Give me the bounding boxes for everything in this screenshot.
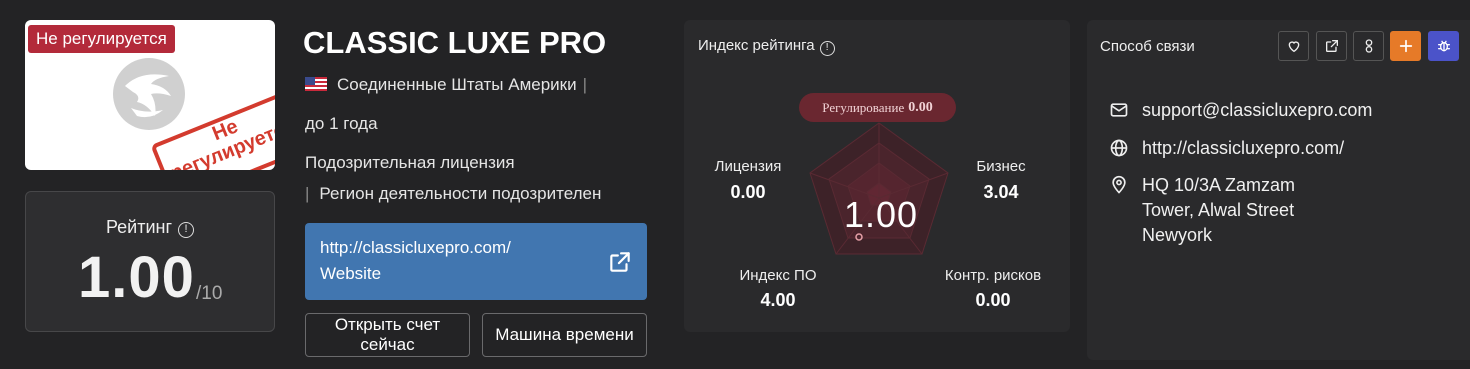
region-status: Регион деятельности подозрителен <box>319 184 602 203</box>
share-button[interactable] <box>1316 31 1347 61</box>
us-flag-icon <box>305 77 327 91</box>
contact-address: HQ 10/3A Zamzam Tower, Alwal Street Newy… <box>1142 175 1296 245</box>
contact-email[interactable]: support@classicluxepro.com <box>1142 98 1459 123</box>
globe-icon <box>1110 139 1128 157</box>
user-icon <box>1365 39 1372 53</box>
axis-label-business: Бизнес <box>976 158 1026 175</box>
contact-email-row: support@classicluxepro.com <box>1109 98 1459 123</box>
axis-value-risk-control: 0.00 <box>975 290 1011 310</box>
license-status: Подозрительная лицензия <box>305 153 515 172</box>
radar-chart <box>809 122 949 255</box>
rating-max: /10 <box>196 283 223 304</box>
axis-value-business: 3.04 <box>983 182 1019 202</box>
contact-card: Способ связи support@classicluxepro.com … <box>1087 20 1470 360</box>
add-button[interactable] <box>1390 31 1421 61</box>
radar-center-score: 1.00 <box>844 194 919 235</box>
open-account-button[interactable]: Открыть счет сейчас <box>305 313 470 357</box>
website-label: Website <box>320 264 382 283</box>
regulation-pill: Регулирование 0.00 <box>799 93 956 122</box>
rating-card: Рейтинг! 1.00 /10 <box>25 191 275 332</box>
contact-website[interactable]: http://classicluxepro.com/ <box>1142 136 1459 161</box>
user-button[interactable] <box>1353 31 1384 61</box>
heart-icon <box>1288 41 1299 53</box>
contact-title: Способ связи <box>1100 38 1195 55</box>
favorite-button[interactable] <box>1278 31 1309 61</box>
axis-label-software: Индекс ПО <box>739 267 817 284</box>
contact-website-row: http://classicluxepro.com/ <box>1109 136 1459 161</box>
axis-label-license: Лицензия <box>714 158 782 175</box>
broker-name: CLASSIC LUXE PRO <box>303 25 607 60</box>
contact-address-row: HQ 10/3A Zamzam Tower, Alwal Street Newy… <box>1109 173 1309 248</box>
country-line: Соединенные Штаты Америки | <box>305 75 593 95</box>
bug-icon <box>1437 40 1450 52</box>
axis-label-risk-control: Контр. рисков <box>944 267 1042 284</box>
plus-icon <box>1399 39 1412 53</box>
location-pin-icon <box>1112 175 1126 194</box>
axis-value-software: 4.00 <box>760 290 796 310</box>
rating-title: Рейтинг! <box>26 217 274 238</box>
eagle-logo-icon <box>113 58 185 130</box>
rating-index-card: Индекс рейтинга! Регулирование 0.00 Лицен… <box>684 20 1070 332</box>
website-button[interactable]: http://classicluxepro.com/ Website <box>305 223 647 300</box>
broker-logo-card: Не регулируется Не регулируется <box>25 20 275 170</box>
axis-value-license: 0.00 <box>730 182 766 202</box>
external-link-icon <box>610 252 630 272</box>
unregulated-tag: Не регулируется <box>28 25 175 53</box>
region-status-line: | Регион деятельности подозрителен <box>305 184 602 203</box>
rating-value: 1.00 <box>78 245 195 310</box>
share-icon <box>1325 40 1338 52</box>
country-name: Соединенные Штаты Америки <box>337 75 577 94</box>
report-bug-button[interactable] <box>1428 31 1459 61</box>
website-url: http://classicluxepro.com/ <box>320 238 511 257</box>
mail-icon <box>1110 103 1128 117</box>
time-machine-button[interactable]: Машина времени <box>482 313 647 357</box>
broker-age: до 1 года <box>305 114 378 133</box>
info-icon[interactable]: ! <box>178 222 195 238</box>
